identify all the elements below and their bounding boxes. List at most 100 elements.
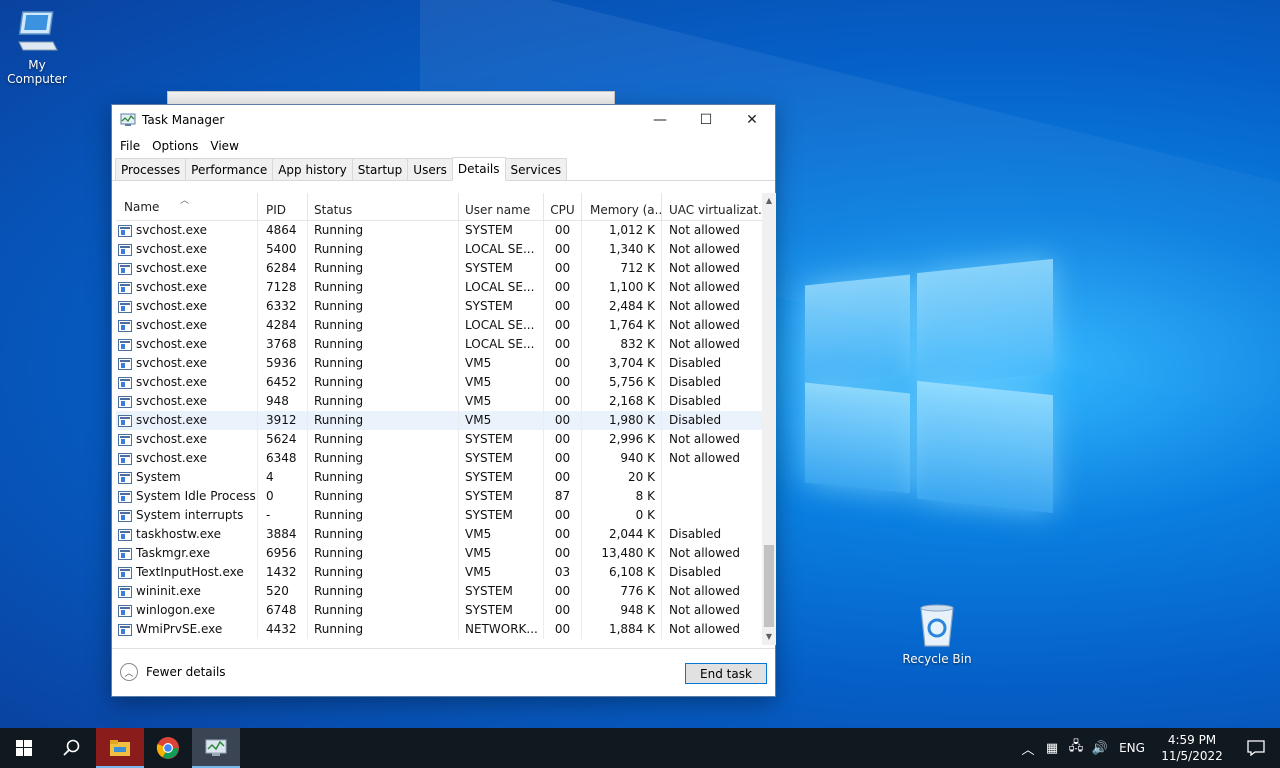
language-indicator[interactable]: ENG [1112, 741, 1152, 755]
cell-mem: 832 K [582, 335, 662, 354]
table-row[interactable]: svchost.exe 6284 Running SYSTEM 00 712 K Not a… [116, 259, 762, 278]
tab-processes[interactable]: Processes [115, 158, 187, 180]
scroll-down-icon[interactable]: ▼ [762, 629, 776, 645]
cell-mem: 0 K [582, 506, 662, 525]
table-row[interactable]: svchost.exe 5624 Running SYSTEM 00 2,996 K Not… [116, 430, 762, 449]
cell-name: System interrupts [116, 506, 258, 525]
desktop-icon-my-computer[interactable]: My Computer [0, 10, 77, 86]
cell-status: Running [308, 506, 459, 525]
taskbar: ︿ ▦ 🖧 🔊 ENG 4:59 PM 11/5/2022 [0, 728, 1280, 768]
taskbar-chrome[interactable] [144, 728, 192, 768]
table-row[interactable]: winlogon.exe 6748 Running SYSTEM 00 948 K Not … [116, 601, 762, 620]
cell-cpu: 00 [544, 430, 582, 449]
table-row[interactable]: svchost.exe 4284 Running LOCAL SE... 00 1,764… [116, 316, 762, 335]
cell-name: svchost.exe [116, 221, 258, 240]
table-row[interactable]: WmiPrvSE.exe 4432 Running NETWORK... 00 1,884… [116, 620, 762, 639]
cell-uac: Not allowed [669, 261, 741, 275]
chevron-up-icon[interactable]: ︿ [1016, 739, 1040, 758]
table-row[interactable]: svchost.exe 6452 Running VM5 00 5,756 K Disabl… [116, 373, 762, 392]
cell-name: System Idle Process [116, 487, 258, 506]
tab-services[interactable]: Services [504, 158, 568, 180]
cell-pid: 3768 [258, 335, 308, 354]
cell-user: LOCAL SE... [459, 335, 544, 354]
menu-view[interactable]: View [206, 139, 242, 153]
column-header-status[interactable]: Status [308, 193, 459, 221]
network-icon[interactable]: 🖧 [1064, 737, 1088, 759]
cell-mem: 948 K [582, 601, 662, 620]
cell-user: NETWORK... [459, 620, 544, 639]
cell-user: LOCAL SE... [459, 316, 544, 335]
scrollbar-thumb[interactable] [764, 545, 774, 627]
tab-details[interactable]: Details [451, 157, 506, 181]
table-row[interactable]: svchost.exe 7128 Running LOCAL SE... 00 1,100… [116, 278, 762, 297]
tab-users[interactable]: Users [407, 158, 453, 180]
table-row[interactable]: System 4 Running SYSTEM 00 20 K [116, 468, 762, 487]
table-row[interactable]: svchost.exe 6348 Running SYSTEM 00 940 K Not a… [116, 449, 762, 468]
table-row[interactable]: svchost.exe 3768 Running LOCAL SE... 00 832 K… [116, 335, 762, 354]
cell-status: Running [308, 259, 459, 278]
keyboard-icon[interactable]: ▦ [1040, 741, 1064, 756]
cell-mem: 712 K [582, 259, 662, 278]
close-button[interactable]: ✕ [729, 105, 775, 135]
column-header-pid[interactable]: PID [258, 193, 308, 221]
cell-status: Running [308, 582, 459, 601]
cell-uac: Not allowed [669, 584, 741, 598]
table-row[interactable]: taskhostw.exe 3884 Running VM5 00 2,044 K Disa… [116, 525, 762, 544]
table-row[interactable]: svchost.exe 6332 Running SYSTEM 00 2,484 K Not… [116, 297, 762, 316]
table-row[interactable]: svchost.exe 5936 Running VM5 00 3,704 K Disabl… [116, 354, 762, 373]
desktop-icon-label: Recycle Bin [902, 652, 972, 666]
process-icon [118, 319, 132, 332]
cell-name: TextInputHost.exe [116, 563, 258, 582]
cell-uac: Disabled [669, 413, 722, 427]
title-bar[interactable]: Task Manager — ☐ ✕ [112, 105, 775, 135]
minimize-button[interactable]: — [637, 105, 683, 135]
column-header-uac-virtualization[interactable]: UAC virtualizat... [662, 193, 762, 221]
cell-mem: 2,044 K [582, 525, 662, 544]
tab-startup[interactable]: Startup [351, 158, 409, 180]
recycle-bin-icon [920, 604, 954, 647]
cell-mem: 13,480 K [582, 544, 662, 563]
cell-user: SYSTEM [459, 582, 544, 601]
fewer-details-link[interactable]: ︿ Fewer details [120, 663, 226, 681]
column-header-cpu[interactable]: CPU [544, 193, 582, 221]
taskbar-file-explorer[interactable] [96, 728, 144, 768]
table-row[interactable]: Taskmgr.exe 6956 Running VM5 00 13,480 K Not a… [116, 544, 762, 563]
process-icon [118, 528, 132, 541]
table-row[interactable]: svchost.exe 948 Running VM5 00 2,168 K Disable… [116, 392, 762, 411]
table-row[interactable]: svchost.exe 3912 Running VM5 00 1,980 K Disabl… [116, 411, 762, 430]
cell-name: WmiPrvSE.exe [116, 620, 258, 639]
notification-button[interactable] [1232, 728, 1280, 768]
scroll-up-icon[interactable]: ▲ [762, 193, 776, 209]
table-row[interactable]: TextInputHost.exe 1432 Running VM5 03 6,108 K… [116, 563, 762, 582]
vertical-scrollbar[interactable]: ▲ ▼ [762, 193, 776, 645]
volume-icon[interactable]: 🔊 [1088, 741, 1112, 756]
process-name: svchost.exe [136, 451, 207, 465]
process-icon [118, 338, 132, 351]
cell-cpu: 00 [544, 525, 582, 544]
taskbar-task-manager[interactable] [192, 728, 240, 768]
table-row[interactable]: wininit.exe 520 Running SYSTEM 00 776 K Not al… [116, 582, 762, 601]
cell-cpu: 87 [544, 487, 582, 506]
desktop-icon-recycle-bin[interactable]: Recycle Bin [897, 602, 977, 666]
tab-app-history[interactable]: App history [272, 158, 353, 180]
column-header-memory[interactable]: Memory (a... [582, 193, 662, 221]
start-button[interactable] [0, 728, 48, 768]
windows-start-icon [16, 740, 32, 756]
table-row[interactable]: svchost.exe 5400 Running LOCAL SE... 00 1,340… [116, 240, 762, 259]
table-row[interactable]: System interrupts - Running SYSTEM 00 0 K [116, 506, 762, 525]
end-task-button[interactable]: End task [685, 663, 767, 684]
menu-options[interactable]: Options [148, 139, 202, 153]
menu-file[interactable]: File [116, 139, 144, 153]
cell-mem: 2,996 K [582, 430, 662, 449]
clock[interactable]: 4:59 PM 11/5/2022 [1152, 732, 1232, 764]
process-name: System [136, 470, 181, 484]
search-button[interactable] [48, 728, 96, 768]
cell-pid: 6956 [258, 544, 308, 563]
cell-status: Running [308, 601, 459, 620]
table-row[interactable]: svchost.exe 4864 Running SYSTEM 00 1,012 K Not… [116, 221, 762, 240]
tab-performance[interactable]: Performance [185, 158, 274, 180]
cell-user: SYSTEM [459, 468, 544, 487]
column-header-user-name[interactable]: User name [459, 193, 544, 221]
maximize-button[interactable]: ☐ [683, 105, 729, 135]
table-row[interactable]: System Idle Process 0 Running SYSTEM 87 8 K [116, 487, 762, 506]
